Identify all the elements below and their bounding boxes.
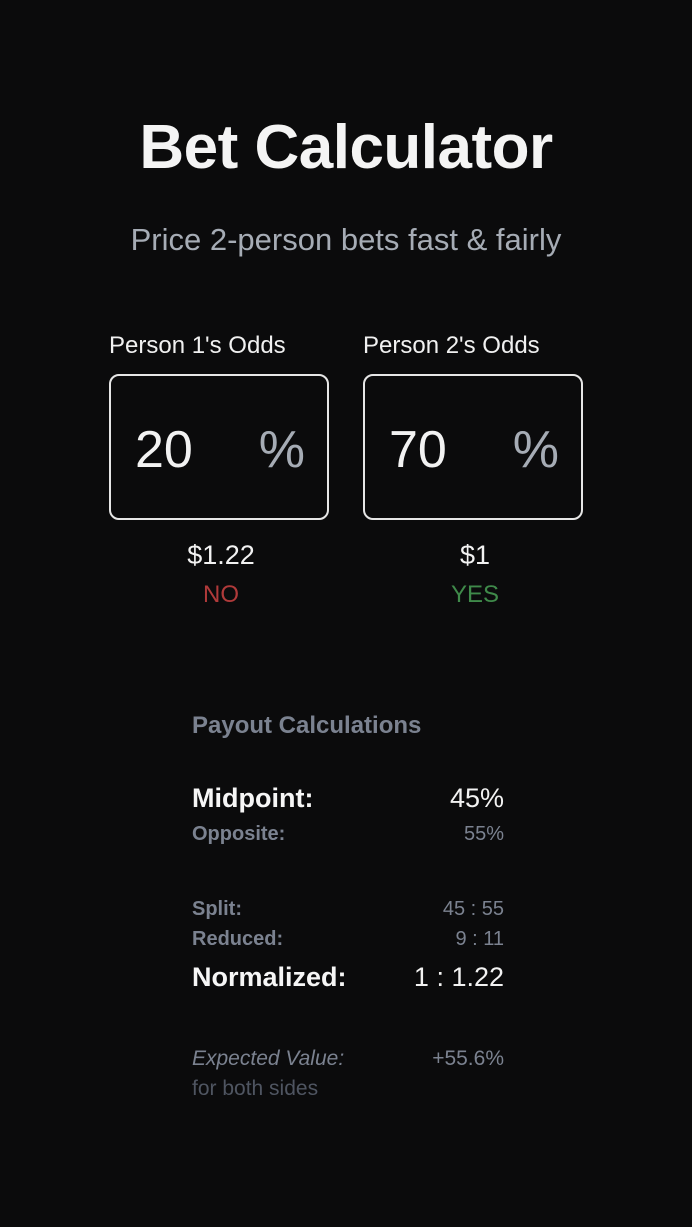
page-title: Bet Calculator: [139, 113, 553, 182]
expected-value-value: +55.6%: [432, 1047, 504, 1070]
opposite-label: Opposite:: [192, 823, 286, 845]
split-row: Split: 45 : 55: [192, 898, 504, 921]
person2-payout: $1: [459, 540, 491, 570]
person2-side-badge: YES: [450, 581, 500, 608]
split-label: Split:: [192, 898, 242, 920]
expected-value-row: Expected Value: +55.6%: [192, 1047, 504, 1071]
person1-payout: $1.22: [187, 540, 255, 570]
person1-side-badge: NO: [203, 581, 239, 608]
normalized-label: Normalized:: [192, 962, 347, 992]
midpoint-value: 45%: [449, 783, 504, 813]
reduced-value: 9 : 11: [455, 928, 504, 950]
person2-odds-field[interactable]: %: [363, 374, 583, 520]
person2-percent-symbol: %: [512, 421, 559, 479]
reduced-label: Reduced:: [192, 928, 284, 950]
split-value: 45 : 55: [442, 898, 504, 920]
person2-odds-label: Person 2's Odds: [363, 332, 540, 359]
payout-calculations-heading: Payout Calculations: [192, 712, 422, 739]
normalized-value: 1 : 1.22: [413, 962, 504, 992]
person1-odds-field[interactable]: %: [109, 374, 329, 520]
midpoint-row: Midpoint: 45%: [192, 783, 504, 814]
reduced-row: Reduced: 9 : 11: [192, 928, 504, 951]
person1-odds-label: Person 1's Odds: [109, 332, 286, 359]
person1-section: Person 1's Odds % $1.22 NO: [109, 332, 333, 609]
person1-odds-input[interactable]: [135, 420, 255, 480]
normalized-row: Normalized: 1 : 1.22: [192, 962, 504, 993]
person2-section: Person 2's Odds % $1 YES: [363, 332, 587, 609]
page-subtitle: Price 2-person bets fast & fairly: [130, 222, 562, 257]
opposite-row: Opposite: 55%: [192, 823, 504, 846]
expected-value-note: for both sides: [192, 1077, 319, 1100]
expected-value-label: Expected Value:: [192, 1047, 345, 1070]
midpoint-label: Midpoint:: [192, 783, 314, 813]
opposite-value: 55%: [463, 823, 504, 845]
person1-percent-symbol: %: [258, 421, 305, 479]
person2-odds-input[interactable]: [389, 420, 509, 480]
